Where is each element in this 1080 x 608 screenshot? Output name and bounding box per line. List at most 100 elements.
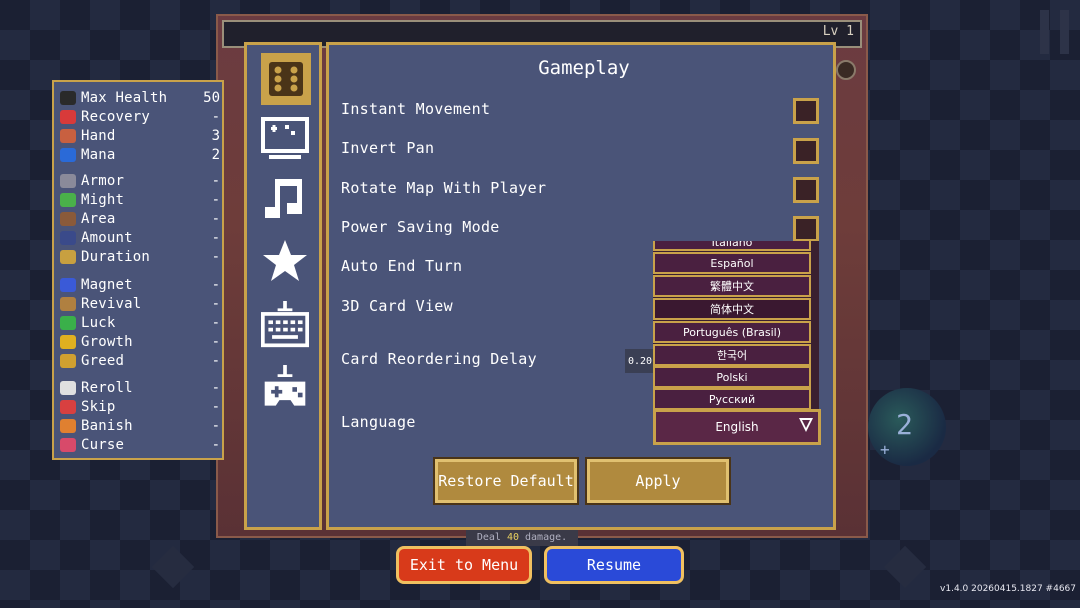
stat-row: Magnet - (60, 275, 220, 294)
invert-pan-checkbox[interactable] (793, 138, 819, 164)
stat-row: Area - (60, 209, 220, 228)
mana-orb-icon (60, 147, 76, 162)
panel-title: Gameplay (538, 57, 630, 79)
stat-label: Max Health (81, 89, 168, 106)
stat-label: Banish (81, 417, 133, 434)
deck-plus-icon: + (880, 440, 890, 459)
resume-button[interactable]: Resume (544, 546, 684, 584)
stat-label: Revival (81, 295, 142, 312)
stat-label: Skip (81, 398, 116, 415)
instant-movement-label: Instant Movement (341, 100, 491, 118)
coin-icon (836, 60, 856, 80)
stat-label: Growth (81, 333, 133, 350)
language-option[interactable]: Polski (653, 366, 811, 388)
stat-value: 50 (203, 89, 220, 106)
stat-value: - (211, 191, 220, 208)
chevron-down-icon (799, 418, 813, 432)
star-icon (263, 240, 307, 281)
stat-value: - (211, 398, 220, 415)
settings-category-menu (244, 42, 322, 530)
pause-icon[interactable] (1040, 10, 1070, 54)
language-option[interactable]: Português (Brasil) (653, 321, 811, 343)
stat-label: Mana (81, 146, 116, 163)
deck-count: 2 (896, 408, 913, 441)
power-saving-checkbox[interactable] (793, 216, 819, 242)
keyboard-icon (261, 301, 309, 348)
card-back-icon (151, 545, 195, 589)
stat-label: Magnet (81, 276, 133, 293)
stat-value: - (211, 108, 220, 125)
stat-value: - (211, 172, 220, 189)
stat-value: - (211, 417, 220, 434)
gameplay-settings-panel: Gameplay Instant Movement Invert Pan Rot… (326, 42, 836, 530)
tab-accessibility[interactable] (261, 235, 309, 287)
greed-icon (60, 353, 76, 368)
stat-label: Luck (81, 314, 116, 331)
instant-movement-checkbox[interactable] (793, 98, 819, 124)
language-dropdown-list[interactable]: Italiano Español 繁體中文 简体中文 Português (Br… (653, 241, 819, 410)
dice-icon (269, 62, 303, 96)
apply-button[interactable]: Apply (587, 459, 729, 503)
tab-audio[interactable] (261, 173, 309, 225)
level-indicator: Lv 1 (822, 24, 854, 39)
language-label: Language (341, 413, 416, 431)
power-saving-label: Power Saving Mode (341, 218, 500, 236)
heart-icon (60, 90, 76, 105)
magnet-icon (60, 277, 76, 292)
armor-icon (60, 173, 76, 188)
version-label: v1.4.0 20260415.1827 #4667 (940, 584, 1076, 594)
amount-icon (60, 230, 76, 245)
stats-panel: Max Health 50 Recovery - Hand 3 Mana 2 Armor - Mig… (52, 80, 224, 460)
language-selected-value: English (715, 420, 759, 434)
language-option[interactable]: 繁體中文 (653, 275, 811, 297)
stat-row: Armor - (60, 171, 220, 190)
stat-label: Hand (81, 127, 116, 144)
stat-row: Might - (60, 190, 220, 209)
stat-row: Reroll - (60, 378, 220, 397)
revival-icon (60, 296, 76, 311)
hand-icon (60, 128, 76, 143)
language-option[interactable]: Español (653, 252, 811, 274)
language-select[interactable]: English (653, 409, 821, 445)
card-tooltip: Deal 40 damage. (466, 530, 578, 546)
stat-label: Recovery (81, 108, 151, 125)
stat-label: Area (81, 210, 116, 227)
might-icon (60, 192, 76, 207)
stat-value: 2 (211, 146, 220, 163)
stat-row: Recovery - (60, 107, 220, 126)
stat-label: Might (81, 191, 125, 208)
stat-value: - (211, 379, 220, 396)
stat-value: - (211, 436, 220, 453)
stat-value: - (211, 229, 220, 246)
stat-row: Banish - (60, 416, 220, 435)
card-view-3d-label: 3D Card View (341, 297, 453, 315)
language-option[interactable]: 简体中文 (653, 298, 811, 320)
stat-value: - (211, 210, 220, 227)
auto-end-turn-label: Auto End Turn (341, 257, 463, 275)
stat-value: - (211, 295, 220, 312)
tab-keyboard[interactable] (261, 299, 309, 351)
language-option[interactable]: Русский (653, 388, 811, 410)
card-reorder-delay-value[interactable]: 0.20 (625, 349, 655, 373)
language-option[interactable]: Italiano (653, 241, 811, 251)
banish-icon (60, 418, 76, 433)
skull-icon (60, 437, 76, 452)
area-icon (60, 211, 76, 226)
stat-label: Armor (81, 172, 125, 189)
stat-row: Max Health 50 (60, 88, 220, 107)
stat-label: Reroll (81, 379, 133, 396)
crown-icon (60, 334, 76, 349)
monitor-icon (261, 117, 309, 159)
tab-controller[interactable] (261, 363, 309, 415)
restore-default-button[interactable]: Restore Default (435, 459, 577, 503)
rotate-map-label: Rotate Map With Player (341, 179, 547, 197)
rotate-map-checkbox[interactable] (793, 177, 819, 203)
tab-gameplay[interactable] (261, 53, 311, 105)
tab-video[interactable] (261, 113, 309, 165)
stat-row: Growth - (60, 332, 220, 351)
stat-row: Curse - (60, 435, 220, 454)
stat-row: Duration - (60, 247, 220, 266)
language-option[interactable]: 한국어 (653, 344, 811, 366)
exit-to-menu-button[interactable]: Exit to Menu (396, 546, 532, 584)
stat-row: Luck - (60, 313, 220, 332)
